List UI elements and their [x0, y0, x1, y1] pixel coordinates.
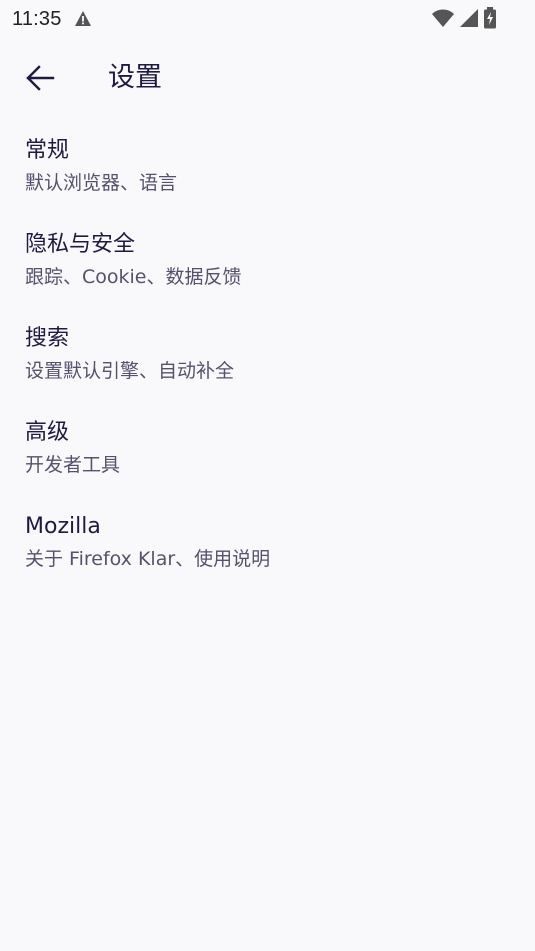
settings-item-title: 高级: [25, 420, 70, 445]
toolbar: 设置: [0, 38, 535, 118]
status-icons: [431, 7, 497, 29]
settings-item-search[interactable]: 搜索 设置默认引擎、自动补全: [0, 317, 535, 411]
status-bar: 11:35: [0, 0, 535, 38]
battery-charging-icon: [484, 7, 496, 29]
settings-item-privacy-security[interactable]: 隐私与安全 跟踪、Cookie、数据反馈: [0, 223, 535, 317]
settings-item-summary: 默认浏览器、语言: [25, 172, 178, 194]
settings-item-mozilla[interactable]: Mozilla 关于 Firefox Klar、使用说明: [0, 505, 535, 599]
settings-item-title: Mozilla: [25, 514, 101, 539]
settings-item-title: 常规: [25, 138, 70, 163]
warning-icon: [75, 11, 91, 26]
settings-item-summary: 关于 Firefox Klar、使用说明: [25, 548, 271, 570]
arrow-back-icon: [26, 65, 55, 91]
back-button[interactable]: [16, 54, 64, 102]
settings-item-summary: 跟踪、Cookie、数据反馈: [25, 266, 242, 288]
page-title: 设置: [108, 62, 162, 93]
status-time: 11:35: [12, 8, 62, 30]
wifi-icon: [432, 9, 454, 27]
settings-item-summary: 设置默认引擎、自动补全: [25, 360, 235, 382]
cellular-signal-icon: [460, 9, 478, 27]
settings-list: 常规 默认浏览器、语言 隐私与安全 跟踪、Cookie、数据反馈 搜索 设置默认…: [0, 129, 535, 599]
settings-item-summary: 开发者工具: [25, 454, 121, 476]
settings-item-title: 隐私与安全: [25, 232, 136, 257]
settings-item-title: 搜索: [25, 326, 70, 351]
settings-item-advanced[interactable]: 高级 开发者工具: [0, 411, 535, 505]
settings-item-general[interactable]: 常规 默认浏览器、语言: [0, 129, 535, 223]
